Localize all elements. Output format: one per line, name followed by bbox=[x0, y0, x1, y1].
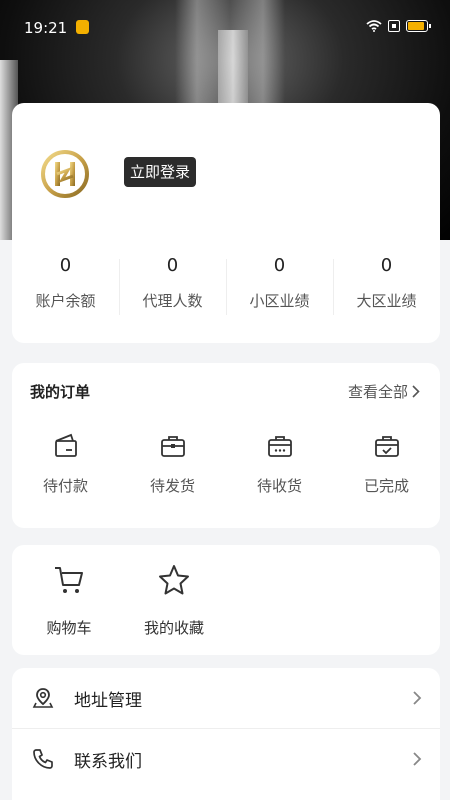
orders-title: 我的订单 bbox=[30, 383, 91, 401]
stat-small-zone[interactable]: 0 小区业绩 bbox=[226, 255, 333, 319]
stat-value: 0 bbox=[59, 255, 72, 276]
notification-icon bbox=[76, 20, 89, 34]
stat-value: 0 bbox=[380, 255, 393, 276]
view-all-orders-link[interactable]: 查看全部 bbox=[348, 381, 420, 402]
status-time: 19:21 bbox=[24, 19, 68, 37]
status-bar: 19:21 bbox=[0, 0, 450, 56]
order-pending-shipment[interactable]: 待发货 bbox=[119, 431, 226, 496]
order-status-label: 已完成 bbox=[363, 477, 409, 495]
login-button[interactable]: 立即登录 bbox=[124, 157, 197, 187]
order-pending-payment[interactable]: 待付款 bbox=[12, 431, 119, 496]
stat-label: 账户余额 bbox=[35, 292, 96, 310]
stat-label: 小区业绩 bbox=[249, 292, 310, 310]
completed-box-icon bbox=[374, 436, 399, 457]
menu-item-address[interactable]: 地址管理 bbox=[12, 668, 440, 728]
order-pending-receipt[interactable]: 待收货 bbox=[226, 431, 333, 496]
order-status-row: 待付款 待发货 待收货 已完成 bbox=[12, 431, 440, 496]
avatar[interactable] bbox=[40, 149, 90, 199]
favorites-button[interactable]: 我的收藏 bbox=[134, 563, 214, 638]
menu-item-label: 联系我们 bbox=[74, 751, 142, 772]
tool-label: 购物车 bbox=[46, 619, 92, 637]
chevron-right-icon bbox=[413, 691, 422, 705]
orders-header: 我的订单 查看全部 bbox=[30, 381, 420, 402]
order-status-label: 待发货 bbox=[149, 477, 195, 495]
order-completed[interactable]: 已完成 bbox=[333, 431, 440, 496]
stat-balance[interactable]: 0 账户余额 bbox=[12, 255, 119, 319]
phone-icon bbox=[33, 749, 53, 769]
cart-icon bbox=[55, 567, 83, 593]
view-all-label: 查看全部 bbox=[347, 383, 408, 401]
sim-icon bbox=[388, 20, 400, 32]
stat-value: 0 bbox=[166, 255, 179, 276]
package-icon bbox=[160, 436, 185, 457]
wifi-icon bbox=[366, 20, 382, 32]
tool-label: 我的收藏 bbox=[143, 619, 204, 637]
menu-item-contact[interactable]: 联系我们 bbox=[12, 729, 440, 789]
delivery-box-icon bbox=[267, 436, 292, 457]
stat-value: 0 bbox=[273, 255, 286, 276]
location-icon bbox=[32, 688, 54, 708]
menu-item-label: 地址管理 bbox=[74, 690, 142, 711]
profile-card: 立即登录 0 账户余额 0 代理人数 0 小区业绩 0 大区业绩 bbox=[12, 103, 440, 343]
order-status-label: 待付款 bbox=[42, 477, 88, 495]
star-icon bbox=[159, 565, 189, 595]
stat-large-zone[interactable]: 0 大区业绩 bbox=[333, 255, 440, 319]
tools-card: 购物车 我的收藏 bbox=[12, 545, 440, 655]
wallet-icon bbox=[54, 433, 77, 457]
chevron-right-icon bbox=[412, 385, 420, 398]
battery-icon bbox=[406, 20, 431, 32]
stat-label: 代理人数 bbox=[142, 292, 203, 310]
status-icons bbox=[366, 20, 431, 32]
orders-card: 我的订单 查看全部 待付款 待发货 待收货 已完成 bbox=[12, 363, 440, 528]
cart-button[interactable]: 购物车 bbox=[29, 563, 109, 638]
order-status-label: 待收货 bbox=[256, 477, 302, 495]
chevron-right-icon bbox=[413, 752, 422, 766]
stat-agents[interactable]: 0 代理人数 bbox=[119, 255, 226, 319]
stats-row: 0 账户余额 0 代理人数 0 小区业绩 0 大区业绩 bbox=[12, 255, 440, 319]
stat-label: 大区业绩 bbox=[356, 292, 417, 310]
settings-menu: 地址管理 联系我们 bbox=[12, 668, 440, 800]
